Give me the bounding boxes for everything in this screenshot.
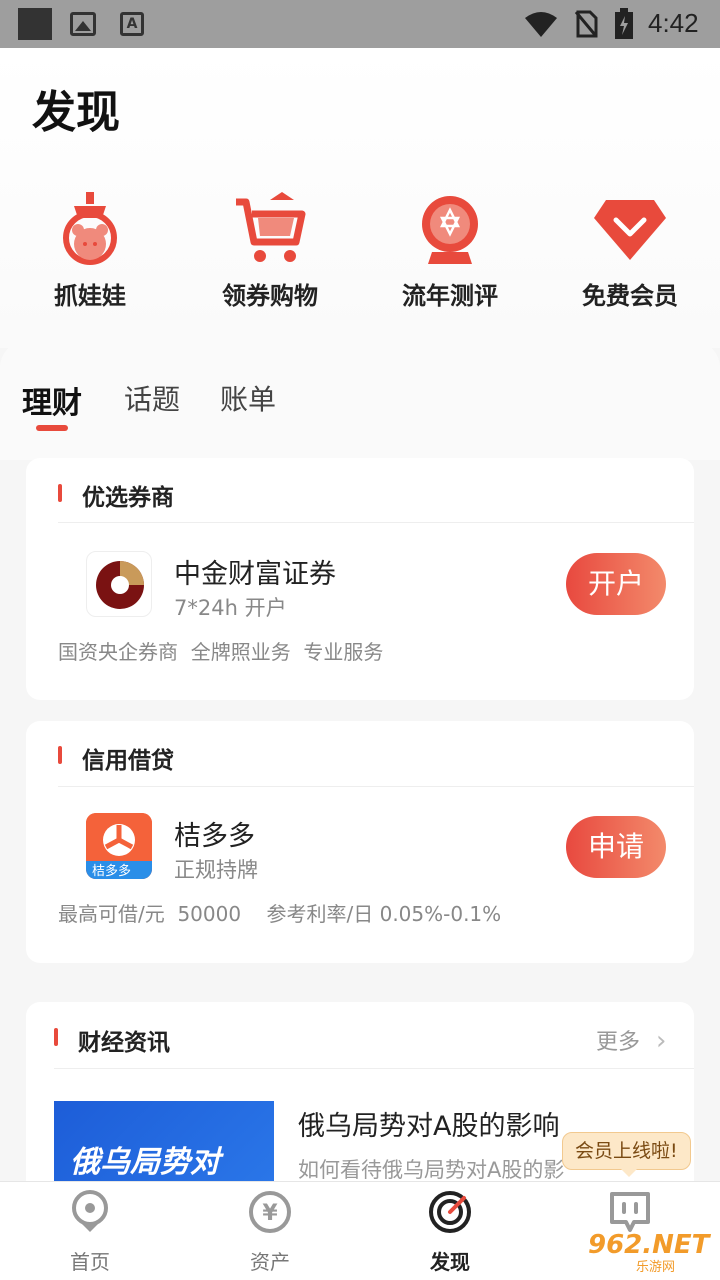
nav-label: 资产 — [250, 1250, 290, 1274]
tab-finance[interactable]: 理财 — [22, 378, 82, 422]
home-location-icon — [72, 1190, 108, 1232]
text-notification-icon: A — [120, 12, 144, 36]
shortcut-label: 领券购物 — [222, 282, 318, 310]
nav-assets[interactable]: ¥ 资产 — [180, 1190, 360, 1275]
watermark-subtext: 乐游网 — [636, 1260, 676, 1275]
cicc-logo-icon — [96, 561, 144, 609]
nav-discover[interactable]: 发现 — [360, 1190, 540, 1275]
section-marker — [58, 484, 62, 502]
section-title: 优选券商 — [82, 485, 174, 511]
divider — [58, 786, 694, 787]
crystal-ball-icon — [422, 196, 478, 264]
battery-icon — [615, 8, 633, 39]
content-area — [0, 340, 720, 460]
nav-home[interactable]: 首页 — [0, 1190, 180, 1275]
section-marker — [58, 746, 62, 764]
app-notification-icon — [18, 8, 52, 40]
member-face-icon — [610, 1192, 650, 1232]
claw-machine-icon — [63, 192, 117, 265]
status-bar: A 4:42 — [0, 0, 720, 48]
tab-bills[interactable]: 账单 — [220, 378, 276, 418]
clock: 4:42 — [648, 8, 699, 38]
shortcut-coupon-shopping[interactable]: 领券购物 — [180, 190, 360, 311]
shortcut-label: 免费会员 — [582, 282, 678, 310]
open-account-button[interactable]: 开户 — [566, 553, 666, 615]
divider — [58, 522, 694, 523]
nav-label: 首页 — [70, 1250, 110, 1274]
vip-diamond-icon — [594, 200, 666, 260]
news-thumbnail[interactable]: 俄乌局势对 — [54, 1101, 274, 1181]
broker-name: 中金财富证券 — [174, 559, 336, 590]
divider — [54, 1068, 694, 1069]
svg-text:¥: ¥ — [262, 1201, 278, 1226]
watermark-logo: 962.NET 乐游网 — [582, 1230, 718, 1276]
nav-label: 发现 — [430, 1250, 470, 1274]
loan-detail: 最高可借/元 50000 参考利率/日 0.05%-0.1% — [58, 902, 502, 926]
shortcut-fortune-test[interactable]: 流年测评 — [360, 190, 540, 311]
shopping-cart-icon — [236, 192, 306, 262]
tab-topics[interactable]: 话题 — [124, 378, 180, 418]
wifi-icon — [525, 12, 557, 37]
shortcut-label: 流年测评 — [402, 282, 498, 310]
section-marker — [54, 1028, 58, 1046]
more-link[interactable]: 更多 — [596, 1024, 640, 1056]
loan-subtitle: 正规持牌 — [174, 858, 258, 882]
section-title: 信用借贷 — [82, 748, 174, 774]
loan-name: 桔多多 — [174, 821, 255, 852]
news-thumbnail-text: 俄乌局势对 — [70, 1145, 220, 1180]
broker-tags: 国资央企券商 全牌照业务 专业服务 — [58, 640, 384, 664]
yuan-coin-icon: ¥ — [249, 1191, 291, 1233]
shortcut-free-vip[interactable]: 免费会员 — [540, 190, 720, 311]
discover-target-icon — [429, 1191, 471, 1233]
loan-logo-text: 桔多多 — [92, 864, 132, 879]
broker-subtitle: 7*24h 开户 — [174, 596, 287, 620]
member-tooltip[interactable]: 会员上线啦! — [562, 1132, 691, 1177]
section-title: 财经资讯 — [78, 1030, 170, 1056]
chevron-right-icon[interactable]: › — [656, 1026, 666, 1056]
active-tab-indicator — [36, 425, 68, 431]
apply-button[interactable]: 申请 — [566, 816, 666, 878]
shortcut-label: 抓娃娃 — [54, 282, 126, 310]
page-title: 发现 — [32, 87, 120, 138]
news-title[interactable]: 俄乌局势对A股的影响 — [298, 1104, 559, 1143]
image-notification-icon — [70, 12, 96, 36]
no-sim-icon — [574, 10, 598, 38]
broker-logo — [86, 551, 152, 617]
loan-logo: 桔多多 — [86, 813, 152, 879]
shortcut-claw-machine[interactable]: 抓娃娃 — [0, 190, 180, 311]
